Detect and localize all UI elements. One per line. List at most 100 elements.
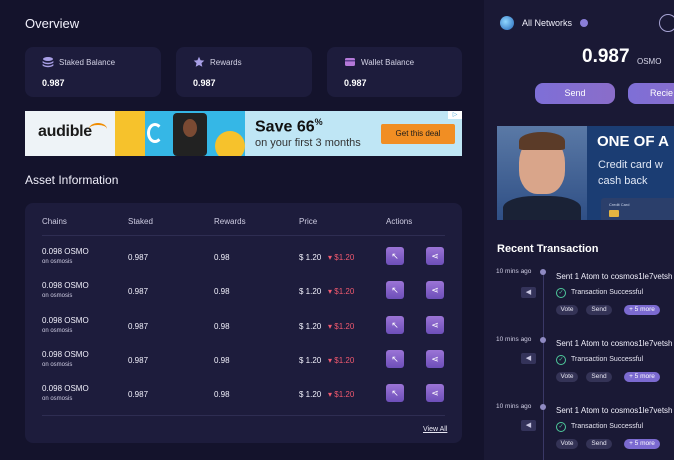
column-header: Staked bbox=[128, 217, 153, 226]
credit-card-ad[interactable]: ONE OF A Credit card w cash back Credit … bbox=[497, 126, 674, 220]
receive-button[interactable]: Recie bbox=[628, 83, 674, 104]
earbud-icon bbox=[147, 123, 163, 143]
transaction-status: Transaction Successful bbox=[571, 423, 644, 430]
ad-headline: Save 66% bbox=[255, 117, 323, 136]
staked-value: 0.987 bbox=[128, 287, 149, 296]
card-value: 0.987 bbox=[193, 78, 216, 88]
table-row: 0.098 OSMO on osmosis 0.987 0.98 $ 1.20 … bbox=[25, 247, 462, 281]
ad-text: Credit card w cash back bbox=[598, 159, 663, 187]
ad-choices-icon[interactable]: ▷ bbox=[448, 111, 462, 119]
staked-balance-card: Staked Balance 0.987 bbox=[25, 47, 161, 97]
get-deal-button[interactable]: Get this deal bbox=[381, 124, 455, 144]
table-row: 0.098 OSMO on osmosis 0.987 0.98 $ 1.20 … bbox=[25, 281, 462, 315]
card-label: Wallet Balance bbox=[361, 58, 415, 67]
tag-send: Send bbox=[586, 372, 612, 382]
transaction-status: Transaction Successful bbox=[571, 289, 644, 296]
price-value: $ 1.20 bbox=[299, 390, 322, 399]
table-row: 0.098 OSMO on osmosis 0.987 0.98 $ 1.20 … bbox=[25, 316, 462, 350]
share-button[interactable]: ⋖ bbox=[426, 247, 444, 265]
card-value: 0.987 bbox=[42, 78, 65, 88]
price-value: $ 1.20 bbox=[299, 356, 322, 365]
wallet-icon bbox=[345, 58, 355, 66]
rewards-card: Rewards 0.987 bbox=[176, 47, 312, 97]
card-label: Rewards bbox=[210, 58, 242, 67]
chain-amount: 0.098 OSMO bbox=[42, 247, 89, 256]
wallet-balance: 0.987 bbox=[582, 46, 630, 67]
share-button[interactable]: ⋖ bbox=[426, 316, 444, 334]
rewards-value: 0.98 bbox=[214, 322, 230, 331]
recent-transaction-title: Recent Transaction bbox=[497, 243, 599, 255]
table-row: 0.098 OSMO on osmosis 0.987 0.98 $ 1.20 … bbox=[25, 384, 462, 418]
price-value: $ 1.20 bbox=[299, 253, 322, 262]
tag-vote: Vote bbox=[556, 372, 578, 382]
staked-value: 0.987 bbox=[128, 390, 149, 399]
price-change: ▾ $1.20 bbox=[328, 390, 355, 399]
audible-ad-banner[interactable]: audible Save 66% on your first 3 months … bbox=[25, 111, 462, 156]
globe-icon bbox=[500, 16, 514, 30]
price-change: ▾ $1.20 bbox=[328, 356, 355, 365]
audible-logo: audible bbox=[25, 111, 115, 156]
network-selector[interactable]: All Networks bbox=[522, 18, 572, 28]
chain-network: on osmosis bbox=[42, 328, 73, 334]
ad-subline: on your first 3 months bbox=[255, 137, 361, 149]
ad-headline: ONE OF A bbox=[597, 133, 669, 150]
tag-more[interactable]: + 5 more bbox=[624, 305, 660, 315]
stake-button[interactable]: ↖ bbox=[386, 350, 404, 368]
ad-person-image bbox=[497, 126, 587, 220]
stake-button[interactable]: ↖ bbox=[386, 281, 404, 299]
check-circle-icon: ✓ bbox=[556, 288, 566, 298]
tag-more[interactable]: + 5 more bbox=[624, 439, 660, 449]
wave-icon bbox=[89, 123, 107, 135]
balance-unit: OSMO bbox=[637, 57, 662, 66]
wallet-sidebar: All Networks 0.987 OSMO Send Recie ONE O… bbox=[484, 0, 674, 460]
tag-send: Send bbox=[586, 305, 612, 315]
ad-artwork bbox=[115, 111, 245, 156]
section-title: Asset Information bbox=[25, 173, 119, 187]
rewards-value: 0.98 bbox=[214, 253, 230, 262]
tag-vote: Vote bbox=[556, 439, 578, 449]
timeline-dot bbox=[540, 337, 546, 343]
share-button[interactable]: ⋖ bbox=[426, 384, 444, 402]
transaction-time: 10 mins ago bbox=[496, 336, 532, 343]
asset-table: Chains Staked Rewards Price Actions 0.09… bbox=[25, 203, 462, 443]
card-value: 0.987 bbox=[344, 78, 367, 88]
chevron-down-icon[interactable] bbox=[580, 19, 588, 27]
send-button[interactable]: Send bbox=[535, 83, 615, 104]
check-circle-icon: ✓ bbox=[556, 422, 566, 432]
transaction-text[interactable]: Sent 1 Atom to cosmos1le7vetsh bbox=[556, 272, 673, 281]
credit-card-image: Credit Card bbox=[601, 198, 674, 220]
transaction-type-icon: ◀ bbox=[521, 353, 536, 364]
star-icon bbox=[193, 56, 205, 67]
ad-brand: audible bbox=[38, 123, 92, 140]
card-label: Credit Card bbox=[609, 202, 630, 207]
transaction-type-icon: ◀ bbox=[521, 420, 536, 431]
column-header: Rewards bbox=[214, 217, 246, 226]
avatar[interactable] bbox=[659, 14, 674, 32]
transaction-time: 10 mins ago bbox=[496, 268, 532, 275]
staked-value: 0.987 bbox=[128, 356, 149, 365]
transaction-status: Transaction Successful bbox=[571, 356, 644, 363]
share-button[interactable]: ⋖ bbox=[426, 350, 444, 368]
tag-send: Send bbox=[586, 439, 612, 449]
main-panel: Overview Staked Balance 0.987 Rewards 0.… bbox=[0, 0, 484, 460]
staked-value: 0.987 bbox=[128, 253, 149, 262]
stake-button[interactable]: ↖ bbox=[386, 247, 404, 265]
transaction-text[interactable]: Sent 1 Atom to cosmos1le7vetsh bbox=[556, 339, 673, 348]
transaction-type-icon: ◀ bbox=[521, 287, 536, 298]
column-header: Actions bbox=[386, 217, 413, 226]
timeline-dot bbox=[540, 269, 546, 275]
rewards-value: 0.98 bbox=[214, 390, 230, 399]
tag-more[interactable]: + 5 more bbox=[624, 372, 660, 382]
transaction-text[interactable]: Sent 1 Atom to cosmos1le7vetsh bbox=[556, 406, 673, 415]
stake-button[interactable]: ↖ bbox=[386, 316, 404, 334]
check-circle-icon: ✓ bbox=[556, 355, 566, 365]
chain-amount: 0.098 OSMO bbox=[42, 384, 89, 393]
chain-network: on osmosis bbox=[42, 396, 73, 402]
view-all-link[interactable]: View All bbox=[423, 426, 447, 433]
price-change: ▾ $1.20 bbox=[328, 287, 355, 296]
share-button[interactable]: ⋖ bbox=[426, 281, 444, 299]
stake-button[interactable]: ↖ bbox=[386, 384, 404, 402]
chain-amount: 0.098 OSMO bbox=[42, 350, 89, 359]
column-header: Chains bbox=[42, 217, 67, 226]
price-value: $ 1.20 bbox=[299, 287, 322, 296]
